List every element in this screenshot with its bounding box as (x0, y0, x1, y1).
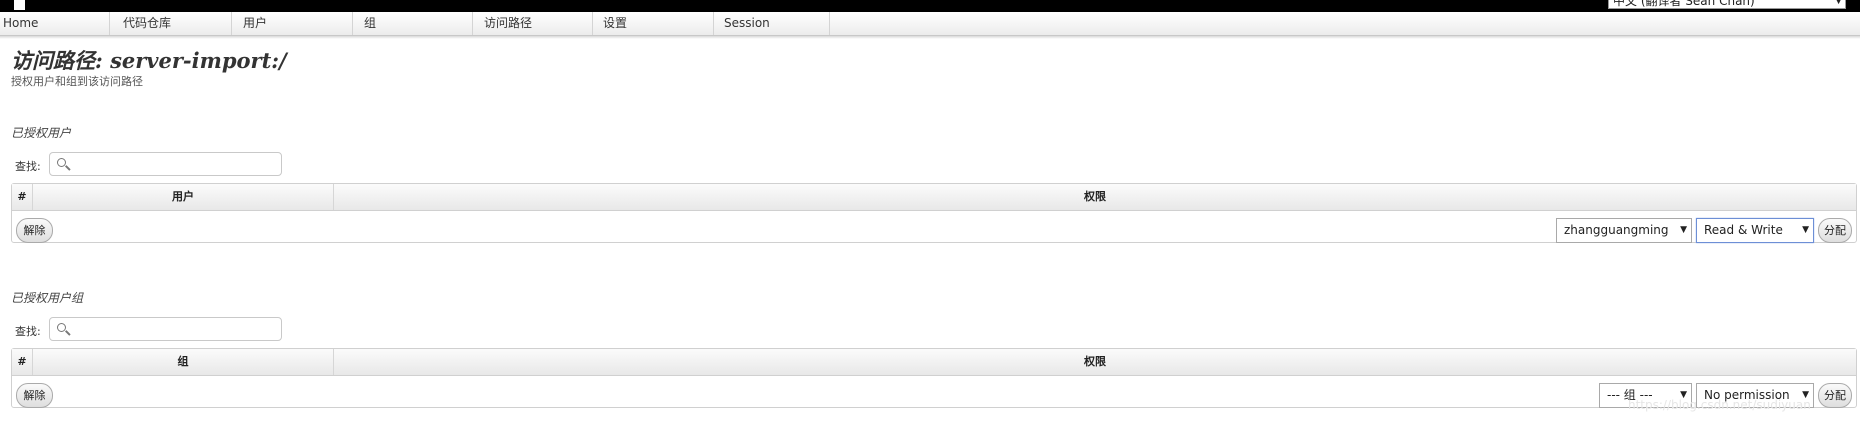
groups-section-title: 已授权用户组 (11, 291, 84, 305)
remove-group-button[interactable]: 解除 (16, 383, 53, 408)
assign-user-button[interactable]: 分配 (1818, 218, 1852, 243)
users-search-input[interactable] (74, 156, 278, 174)
groups-search-label: 查找: (15, 325, 41, 338)
user-permission-select[interactable]: Read & Write ▼ (1696, 218, 1814, 243)
remove-user-button[interactable]: 解除 (16, 218, 53, 243)
nav-item-home[interactable]: Home (0, 12, 110, 35)
chevron-down-icon: ▼ (1680, 225, 1687, 235)
groups-search-input[interactable] (74, 321, 278, 339)
users-search-label: 查找: (15, 160, 41, 173)
nav-item-access-paths[interactable]: 访问路径 (481, 12, 593, 35)
assign-group-button[interactable]: 分配 (1818, 383, 1852, 408)
column-header-user[interactable]: 用户 (33, 184, 334, 210)
main-nav: Home 代码仓库 用户 组 访问路径 设置 Session (0, 12, 1860, 36)
app-logo-icon (9, 0, 25, 10)
page-title: 访问路径: server-import:/ (11, 48, 287, 73)
nav-item-repositories[interactable]: 代码仓库 (120, 12, 232, 35)
column-header-group[interactable]: 组 (33, 349, 334, 375)
column-header-hash: # (12, 349, 33, 375)
watermark-text: https://blog.csdn.net/sudiyuan (1628, 398, 1811, 412)
top-bar: 中文 (翻译者 Sean Chan) ▼ (0, 0, 1860, 12)
language-select[interactable]: 中文 (翻译者 Sean Chan) ▼ (1608, 0, 1846, 9)
search-icon (57, 323, 66, 332)
groups-grid-header: # 组 权限 (12, 349, 1856, 376)
user-select-value: zhangguangming (1564, 223, 1669, 237)
column-header-hash: # (12, 184, 33, 210)
user-permission-select-value: Read & Write (1704, 223, 1783, 237)
language-select-value: 中文 (翻译者 Sean Chan) (1613, 0, 1755, 8)
nav-item-groups[interactable]: 组 (361, 12, 473, 35)
nav-shadow (0, 36, 1860, 39)
search-icon (57, 158, 66, 167)
groups-grid: # 组 权限 解除 --- 组 --- ▼ No permission ▼ 分配 (11, 348, 1857, 408)
users-search-box[interactable] (49, 152, 282, 176)
groups-search-box[interactable] (49, 317, 282, 341)
nav-item-users[interactable]: 用户 (240, 12, 353, 35)
page-subtitle: 授权用户和组到该访问路径 (11, 75, 143, 88)
column-header-permission[interactable]: 权限 (334, 184, 1856, 210)
nav-item-session[interactable]: Session (721, 12, 830, 35)
column-header-permission[interactable]: 权限 (334, 349, 1856, 375)
users-section-title: 已授权用户 (11, 126, 72, 140)
users-grid-header: # 用户 权限 (12, 184, 1856, 211)
chevron-down-icon: ▼ (1802, 225, 1809, 235)
nav-item-settings[interactable]: 设置 (600, 12, 714, 35)
chevron-down-icon: ▼ (1835, 0, 1842, 6)
users-grid: # 用户 权限 解除 zhangguangming ▼ Read & Write… (11, 183, 1857, 243)
user-select[interactable]: zhangguangming ▼ (1556, 218, 1692, 243)
